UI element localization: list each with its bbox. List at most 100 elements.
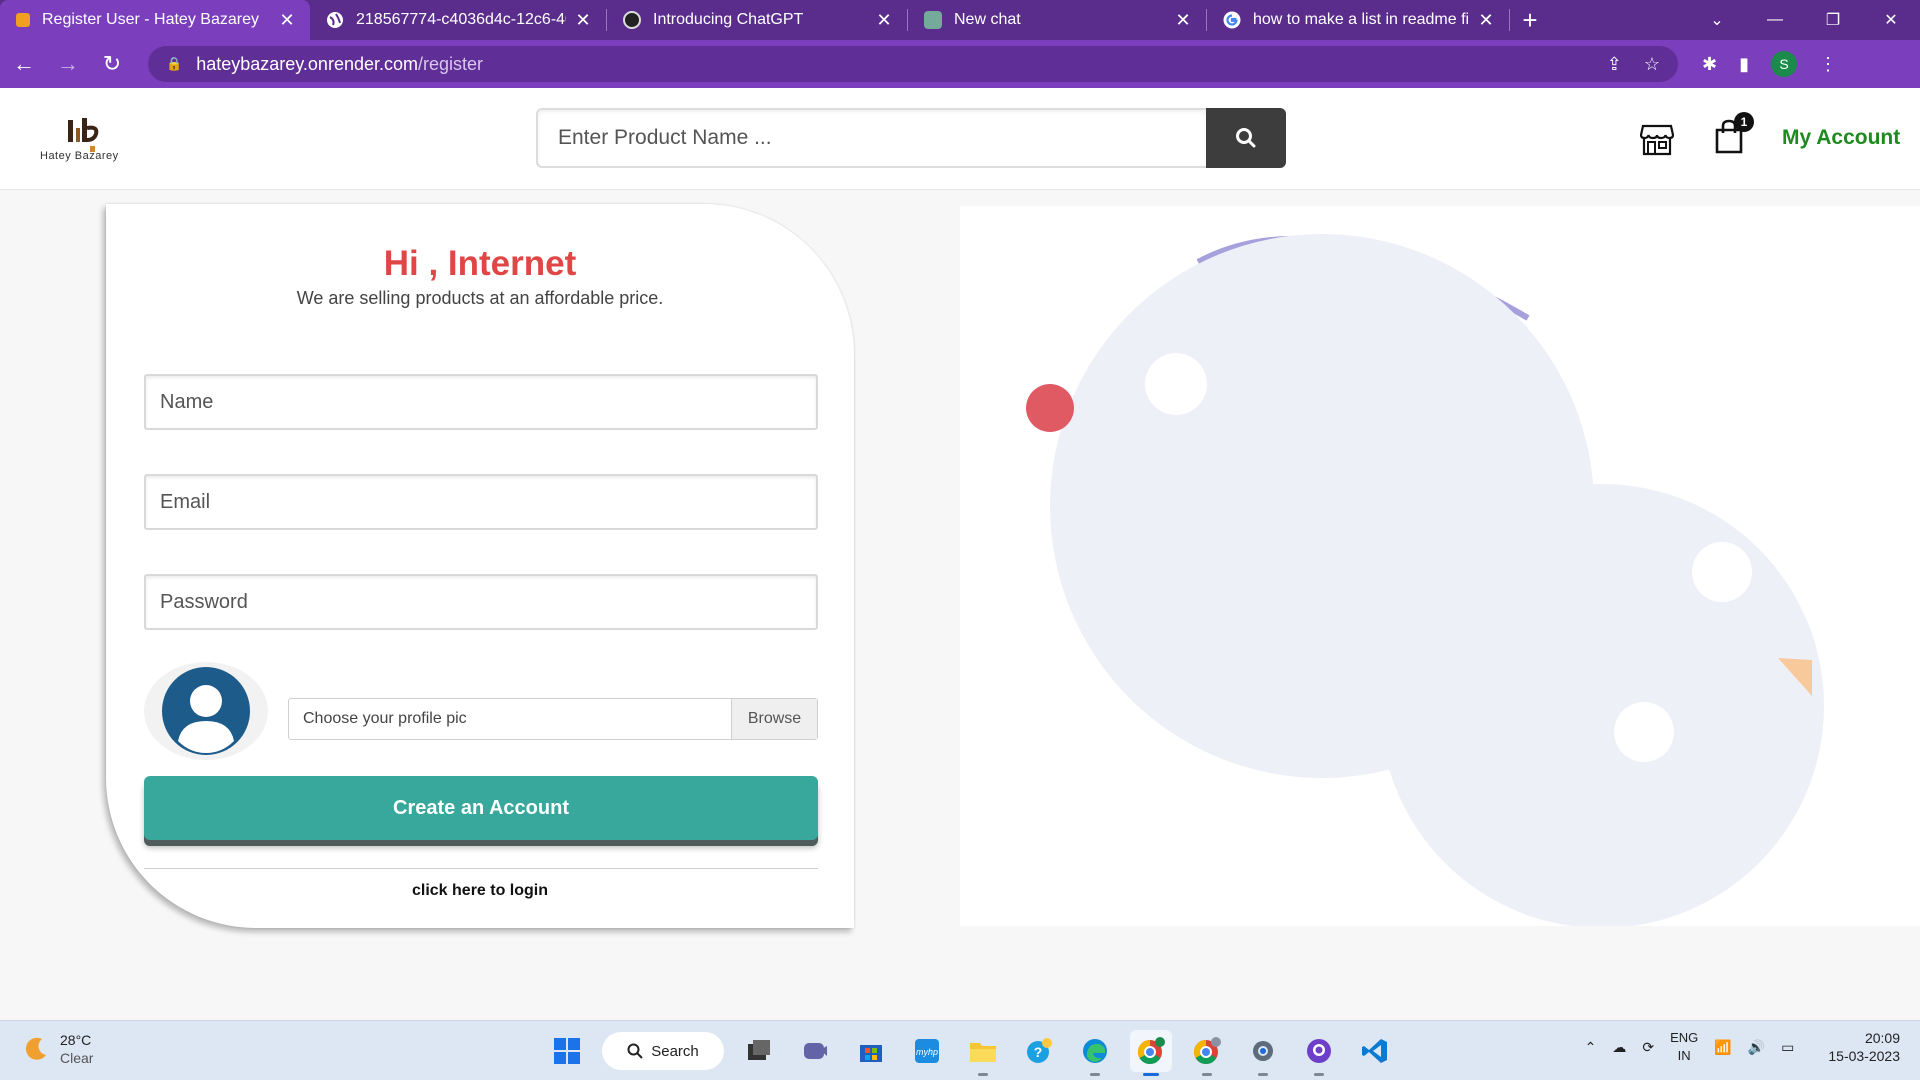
url-host: hateybazarey.onrender.com — [196, 53, 418, 74]
tagline: We are selling products at an affordable… — [296, 288, 664, 308]
github-desktop-icon[interactable] — [1298, 1030, 1340, 1076]
extension-area: ✱ ▮ S ⋮ — [1702, 51, 1837, 77]
tab-introducing-chatgpt[interactable]: Introducing ChatGPT ✕ — [607, 0, 907, 40]
globe-icon — [326, 11, 344, 29]
close-icon[interactable]: ✕ — [1174, 10, 1192, 31]
weather-widget[interactable]: 28°C Clear — [22, 1031, 93, 1067]
close-icon[interactable]: ✕ — [875, 10, 893, 31]
password-input[interactable] — [144, 574, 818, 630]
system-tray: ⌃ ☁ ⟳ ENG IN 📶 🔊 ▭ 20:09 15-03-2023 — [1585, 1029, 1900, 1065]
wifi-icon[interactable]: 📶 — [1714, 1039, 1731, 1056]
tab-google-search[interactable]: how to make a list in readme file ✕ — [1207, 0, 1509, 40]
task-view-icon[interactable] — [738, 1030, 780, 1072]
name-input[interactable] — [144, 374, 818, 430]
product-search — [536, 108, 1286, 168]
profile-avatar-preview — [144, 662, 268, 760]
chatgpt-icon — [924, 11, 942, 29]
search-icon — [627, 1043, 643, 1059]
url-path: /register — [418, 53, 484, 74]
back-icon[interactable]: ← — [4, 44, 44, 84]
close-icon[interactable]: ✕ — [1477, 10, 1495, 31]
tab-new-chat[interactable]: New chat ✕ — [908, 0, 1206, 40]
sync-icon[interactable]: ⟳ — [1642, 1039, 1654, 1056]
battery-icon[interactable]: ▭ — [1781, 1039, 1794, 1056]
svg-text:myhp: myhp — [916, 1047, 938, 1057]
tab-search-icon[interactable]: ⌄ — [1688, 0, 1746, 40]
running-indicator — [1314, 1073, 1324, 1076]
chrome-profile-2-icon[interactable] — [1186, 1030, 1228, 1076]
profile-avatar[interactable]: S — [1771, 51, 1797, 77]
forward-icon[interactable]: → — [48, 44, 88, 84]
windows-taskbar: 28°C Clear Search myhp ? ⌃ ☁ ⟳ ENG IN � — [0, 1020, 1920, 1080]
lang-region: IN — [1677, 1048, 1691, 1063]
restore-button[interactable]: ❐ — [1804, 0, 1862, 40]
address-bar[interactable]: 🔒 hateybazarey.onrender.com /register ⇪ … — [148, 46, 1678, 82]
get-help-icon[interactable]: ? — [1018, 1030, 1060, 1072]
cart-count-badge: 1 — [1734, 112, 1754, 132]
search-button[interactable] — [1206, 108, 1286, 168]
running-indicator — [1258, 1073, 1268, 1076]
bookmark-star-icon[interactable]: ☆ — [1644, 54, 1660, 75]
tab-image[interactable]: 218567774-c4036d4c-12c6-400d ✕ — [310, 0, 606, 40]
reload-icon[interactable]: ↻ — [92, 44, 132, 84]
browser-tab-strip: Register User - Hatey Bazarey ✕ 21856777… — [0, 0, 1920, 40]
divider — [144, 868, 818, 869]
browse-button[interactable]: Browse — [731, 699, 817, 739]
email-input[interactable] — [144, 474, 818, 530]
vscode-icon[interactable] — [1354, 1030, 1396, 1072]
svg-text:?: ? — [1034, 1044, 1043, 1060]
start-windows-icon[interactable] — [546, 1030, 588, 1072]
show-hidden-icons-chevron-icon[interactable]: ⌃ — [1585, 1039, 1597, 1056]
create-account-button[interactable]: Create an Account — [144, 776, 818, 840]
input-language[interactable]: ENG IN — [1670, 1029, 1698, 1065]
close-window-button[interactable]: ✕ — [1862, 0, 1920, 40]
new-tab-button[interactable]: + — [1510, 0, 1550, 40]
close-icon[interactable]: ✕ — [278, 10, 296, 31]
hatey-favicon-icon — [16, 13, 30, 27]
decorative-illustration — [960, 206, 1920, 928]
taskbar-search[interactable]: Search — [602, 1032, 724, 1070]
tab-register-user[interactable]: Register User - Hatey Bazarey ✕ — [0, 0, 310, 40]
settings-gear-icon[interactable] — [1242, 1030, 1284, 1076]
volume-icon[interactable]: 🔊 — [1748, 1039, 1765, 1056]
taskbar-search-label: Search — [651, 1042, 699, 1060]
clock-date: 15-03-2023 — [1828, 1048, 1900, 1064]
lock-icon[interactable]: 🔒 — [166, 56, 182, 72]
chrome-profile-s-icon[interactable] — [1130, 1030, 1172, 1076]
side-panel-icon[interactable]: ▮ — [1739, 54, 1749, 75]
greeting-heading: Hi , Internet — [383, 244, 577, 283]
close-icon[interactable]: ✕ — [574, 10, 592, 31]
myhp-icon[interactable]: myhp — [906, 1030, 948, 1072]
share-icon[interactable]: ⇪ — [1607, 54, 1622, 75]
tab-title: Introducing ChatGPT — [653, 11, 804, 28]
lang-code: ENG — [1670, 1030, 1699, 1045]
my-account-link[interactable]: My Account — [1782, 126, 1900, 150]
product-search-input[interactable] — [536, 108, 1206, 168]
openai-icon — [623, 11, 641, 29]
clock[interactable]: 20:09 15-03-2023 — [1828, 1029, 1900, 1065]
taskbar-apps: Search myhp ? — [546, 1027, 1396, 1076]
store-icon[interactable] — [1640, 122, 1674, 156]
google-icon — [1223, 11, 1241, 29]
menu-kebab-icon[interactable]: ⋮ — [1819, 54, 1837, 75]
profile-pic-file-input[interactable]: Choose your profile pic Browse — [288, 698, 818, 740]
weather-temp: 28°C — [60, 1032, 92, 1048]
minimize-button[interactable]: — — [1746, 0, 1804, 40]
bubbles-illustration — [1026, 234, 1824, 928]
onedrive-cloud-icon[interactable]: ☁ — [1612, 1039, 1626, 1056]
edge-browser-icon[interactable] — [1074, 1030, 1116, 1076]
running-indicator — [978, 1073, 988, 1076]
running-indicator — [1143, 1073, 1159, 1076]
file-explorer-icon[interactable] — [962, 1030, 1004, 1076]
clock-time: 20:09 — [1864, 1030, 1900, 1046]
tab-title: 218567774-c4036d4c-12c6-400d — [356, 11, 566, 28]
omnibox-actions: ⇪ ☆ — [1607, 54, 1678, 75]
extensions-puzzle-icon[interactable]: ✱ — [1702, 54, 1717, 75]
logo-caption: Hatey Bazarey — [40, 150, 119, 162]
window-controls: ⌄ — ❐ ✕ — [1688, 0, 1920, 40]
running-indicator — [1090, 1073, 1100, 1076]
microsoft-store-icon[interactable] — [850, 1030, 892, 1072]
teams-chat-icon[interactable] — [794, 1030, 836, 1072]
login-link[interactable]: click here to login — [106, 882, 854, 900]
site-header: Hatey Bazarey 1 My Account — [0, 88, 1920, 190]
